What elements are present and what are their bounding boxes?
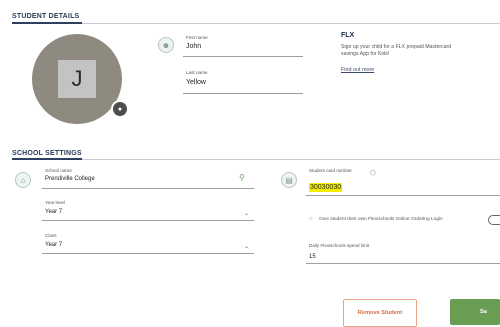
flx-description-2: savings App for Kids! (341, 51, 390, 57)
save-label: Sa (480, 309, 487, 315)
last-name-label: Last name (186, 70, 208, 75)
student-card-input[interactable]: 30030030 (309, 183, 343, 192)
daily-limit-label: Daily Flexischools spend limit (309, 243, 369, 248)
person-icon: ☻ (158, 37, 174, 53)
student-details-title: STUDENT DETAILS (12, 13, 80, 20)
search-icon[interactable]: ⚲ (239, 173, 245, 182)
student-card-label: Student card number (309, 168, 352, 173)
checkbox-icon[interactable]: ○ (309, 216, 313, 222)
chevron-down-icon[interactable]: ⌄ (244, 210, 249, 217)
remove-student-label: Remove Student (357, 310, 403, 316)
school-settings-divider (12, 159, 500, 160)
year-level-underline (42, 220, 254, 221)
chevron-down-icon[interactable]: ⌄ (244, 243, 249, 250)
year-level-label: Year level (45, 200, 66, 205)
first-name-label: First name (186, 35, 208, 40)
student-details-divider (12, 23, 500, 24)
own-login-toggle[interactable] (488, 215, 500, 225)
school-settings-underline (12, 158, 82, 160)
student-card-underline (306, 195, 500, 196)
avatar-initial: J (58, 60, 96, 98)
school-name-underline (42, 188, 254, 189)
daily-limit-underline (306, 263, 500, 264)
daily-limit-input[interactable]: 15 (309, 254, 316, 260)
school-settings-title: SCHOOL SETTINGS (12, 150, 82, 157)
first-name-underline (183, 56, 303, 57)
student-details-underline (12, 22, 82, 24)
save-button[interactable]: Sa (450, 299, 500, 325)
year-level-select[interactable]: Year 7 (45, 209, 62, 215)
class-label: Class (45, 233, 57, 238)
card-icon: ▤ (281, 172, 297, 188)
avatar-initial-text: J (71, 66, 83, 91)
flx-find-out-more-link[interactable]: Find out more (341, 67, 374, 73)
camera-icon[interactable]: ● (111, 100, 129, 118)
last-name-input[interactable]: Yellow (186, 79, 206, 86)
class-underline (42, 253, 254, 254)
remove-student-button[interactable]: Remove Student (343, 299, 417, 327)
first-name-input[interactable]: John (186, 43, 201, 50)
school-name-label: School name (45, 168, 72, 173)
flx-title: FLX (341, 32, 355, 39)
own-login-checkbox-label: Give student their own Flexischools Onli… (319, 217, 443, 222)
school-name-input[interactable]: Prendiville College (45, 176, 95, 182)
class-select[interactable]: Year 7 (45, 242, 62, 248)
school-icon: ⌂ (15, 172, 31, 188)
flx-description-1: Sign up your child for a FLX prepaid Mas… (341, 44, 452, 50)
last-name-underline (183, 93, 303, 94)
info-icon[interactable]: ◯ (370, 170, 376, 176)
